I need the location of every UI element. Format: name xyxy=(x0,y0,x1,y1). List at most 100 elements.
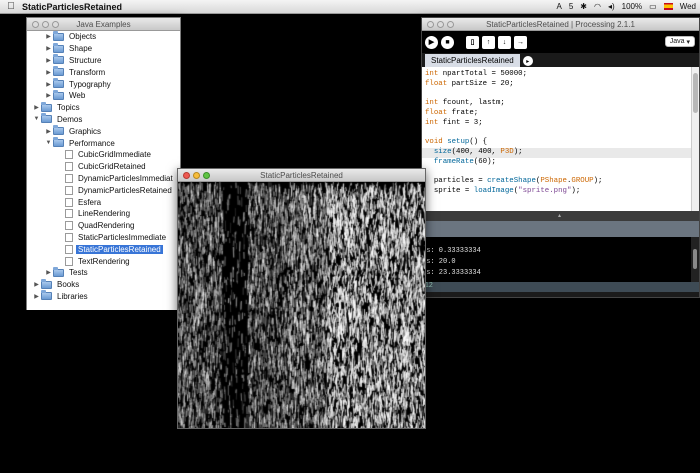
console-line: ps: 20.0 xyxy=(422,258,456,266)
tree-folder[interactable]: ▶ Objects xyxy=(27,30,180,43)
input-source-flag-icon[interactable] xyxy=(663,3,673,10)
folder-icon xyxy=(53,54,64,65)
save-button[interactable]: ↓ xyxy=(498,35,511,49)
tree-label: Libraries xyxy=(57,291,88,301)
save-arrow-icon: ↓ xyxy=(502,38,507,46)
tree-folder[interactable]: ▼ Performance xyxy=(27,137,180,149)
run-button[interactable]: ▶ xyxy=(425,35,438,49)
open-button[interactable]: ↑ xyxy=(482,35,495,49)
disclosure-closed-icon[interactable]: ▶ xyxy=(44,269,53,276)
disclosure-closed-icon[interactable]: ▶ xyxy=(44,57,53,64)
tree-item[interactable]: CubicGridRetained xyxy=(27,161,180,173)
zoom-button[interactable] xyxy=(203,171,210,179)
tree-item[interactable]: QuadRendering xyxy=(27,220,180,232)
export-button[interactable]: → xyxy=(514,35,527,49)
adobe-icon[interactable]: A xyxy=(556,2,561,11)
tree-label: QuadRendering xyxy=(78,221,135,231)
new-file-icon: ▯ xyxy=(470,39,475,46)
disclosure-closed-icon[interactable]: ▶ xyxy=(44,92,53,99)
minimize-button[interactable] xyxy=(42,20,49,28)
tree-item[interactable]: CubicGridImmediate xyxy=(27,149,180,161)
tree-item[interactable]: Esfera xyxy=(27,196,180,208)
chevron-down-icon: ▾ xyxy=(684,38,690,46)
disclosure-closed-icon[interactable]: ▶ xyxy=(32,293,41,300)
tree-folder[interactable]: ▶ Transform xyxy=(27,66,180,78)
zoom-button[interactable] xyxy=(52,20,59,28)
battery-icon[interactable]: ▭ xyxy=(649,2,657,11)
close-button[interactable] xyxy=(183,171,190,179)
tree-folder[interactable]: ▶ Books xyxy=(27,278,180,291)
tree-label: CubicGridImmediate xyxy=(78,150,151,160)
apple-menu-icon[interactable]:  xyxy=(0,1,22,12)
stop-button[interactable]: ■ xyxy=(441,35,454,49)
disclosure-open-icon[interactable]: ▼ xyxy=(44,140,53,146)
disclosure-open-icon[interactable]: ▼ xyxy=(32,116,41,122)
tree-label: Topics xyxy=(57,103,80,113)
sketch-file-icon xyxy=(65,173,73,183)
clock-day[interactable]: Wed xyxy=(680,2,696,11)
tree-item[interactable]: StaticParticlesRetained xyxy=(27,243,180,255)
zoom-button[interactable] xyxy=(447,20,454,28)
code-line: particles = createShape(PShape.GROUP); xyxy=(425,177,603,186)
examples-titlebar[interactable]: Java Examples xyxy=(27,18,180,31)
editor-scrollbar[interactable] xyxy=(691,67,699,211)
tree-item[interactable]: DynamicParticlesRetained xyxy=(27,184,180,196)
new-button[interactable]: ▯ xyxy=(466,35,479,49)
disclosure-closed-icon[interactable]: ▶ xyxy=(44,45,53,52)
tree-folder[interactable]: ▶ Topics xyxy=(27,101,180,114)
disclosure-closed-icon[interactable]: ▶ xyxy=(44,81,53,88)
tree-item[interactable]: LineRendering xyxy=(27,208,180,220)
close-button[interactable] xyxy=(32,20,39,28)
tab-menu-arrow-icon[interactable]: ▸ xyxy=(522,56,533,66)
volume-icon[interactable]: ◂) xyxy=(608,2,615,11)
disclosure-closed-icon[interactable]: ▶ xyxy=(32,104,41,111)
editor-console-divider[interactable] xyxy=(422,211,699,221)
code-editor[interactable]: int npartTotal = 50000; float partSize = … xyxy=(422,67,699,211)
tree-label: Graphics xyxy=(69,126,102,136)
console-scrollbar[interactable] xyxy=(691,237,699,282)
disclosure-closed-icon[interactable]: ▶ xyxy=(32,281,41,288)
tree-folder[interactable]: ▶ Libraries xyxy=(27,290,180,303)
status-5-icon[interactable]: 5 xyxy=(569,2,573,11)
particle-canvas[interactable] xyxy=(178,182,425,428)
console-scroll-thumb[interactable] xyxy=(693,249,697,269)
close-button[interactable] xyxy=(427,20,434,28)
sketch-file-icon xyxy=(65,162,73,172)
wifi-icon[interactable]: ◠ xyxy=(594,2,601,11)
sketch-file-icon xyxy=(65,244,73,254)
tree-label: Tests xyxy=(69,268,88,278)
mode-selector[interactable]: Java ▾ xyxy=(664,36,695,47)
editor-scroll-thumb[interactable] xyxy=(693,73,698,113)
bluetooth-icon[interactable]: ✱ xyxy=(580,2,587,11)
tree-item[interactable]: DynamicParticlesImmediat xyxy=(27,173,180,185)
folder-icon xyxy=(53,266,64,277)
folder-icon xyxy=(41,113,52,124)
disclosure-closed-icon[interactable]: ▶ xyxy=(44,69,53,76)
tree-folder[interactable]: ▶ Shape xyxy=(27,42,180,55)
disclosure-closed-icon[interactable]: ▶ xyxy=(44,128,53,135)
tree-item[interactable]: StaticParticlesImmediate xyxy=(27,232,180,244)
app-menu-name[interactable]: StaticParticlesRetained xyxy=(22,2,122,12)
sketch-titlebar[interactable]: StaticParticlesRetained xyxy=(178,169,425,182)
processing-editor-window: StaticParticlesRetained | Processing 2.1… xyxy=(421,17,700,298)
folder-icon xyxy=(41,278,52,289)
ide-toolbar: ▶ ■ ▯ ↑ ↓ → Java ▾ xyxy=(422,31,699,53)
folder-icon xyxy=(53,66,64,77)
battery-level[interactable]: 100% xyxy=(622,2,642,11)
export-arrow-icon: → xyxy=(517,38,524,46)
disclosure-closed-icon[interactable]: ▶ xyxy=(44,33,53,40)
tree-folder[interactable]: ▶ Structure xyxy=(27,54,180,67)
tree-item[interactable]: TextRendering xyxy=(27,255,180,267)
tree-folder[interactable]: ▶ Typography xyxy=(27,78,180,90)
tree-folder[interactable]: ▼ Demos xyxy=(27,113,180,126)
minimize-button[interactable] xyxy=(437,20,444,28)
tab-sketch[interactable]: StaticParticlesRetained xyxy=(425,54,520,67)
tree-folder[interactable]: ▶ Web xyxy=(27,89,180,102)
minimize-button[interactable] xyxy=(193,171,200,179)
tree-folder[interactable]: ▶ Graphics xyxy=(27,125,180,137)
tree-folder[interactable]: ▶ Tests xyxy=(27,266,180,279)
message-area xyxy=(422,221,699,237)
ide-titlebar[interactable]: StaticParticlesRetained | Processing 2.1… xyxy=(422,18,699,31)
stop-icon: ■ xyxy=(445,38,450,46)
